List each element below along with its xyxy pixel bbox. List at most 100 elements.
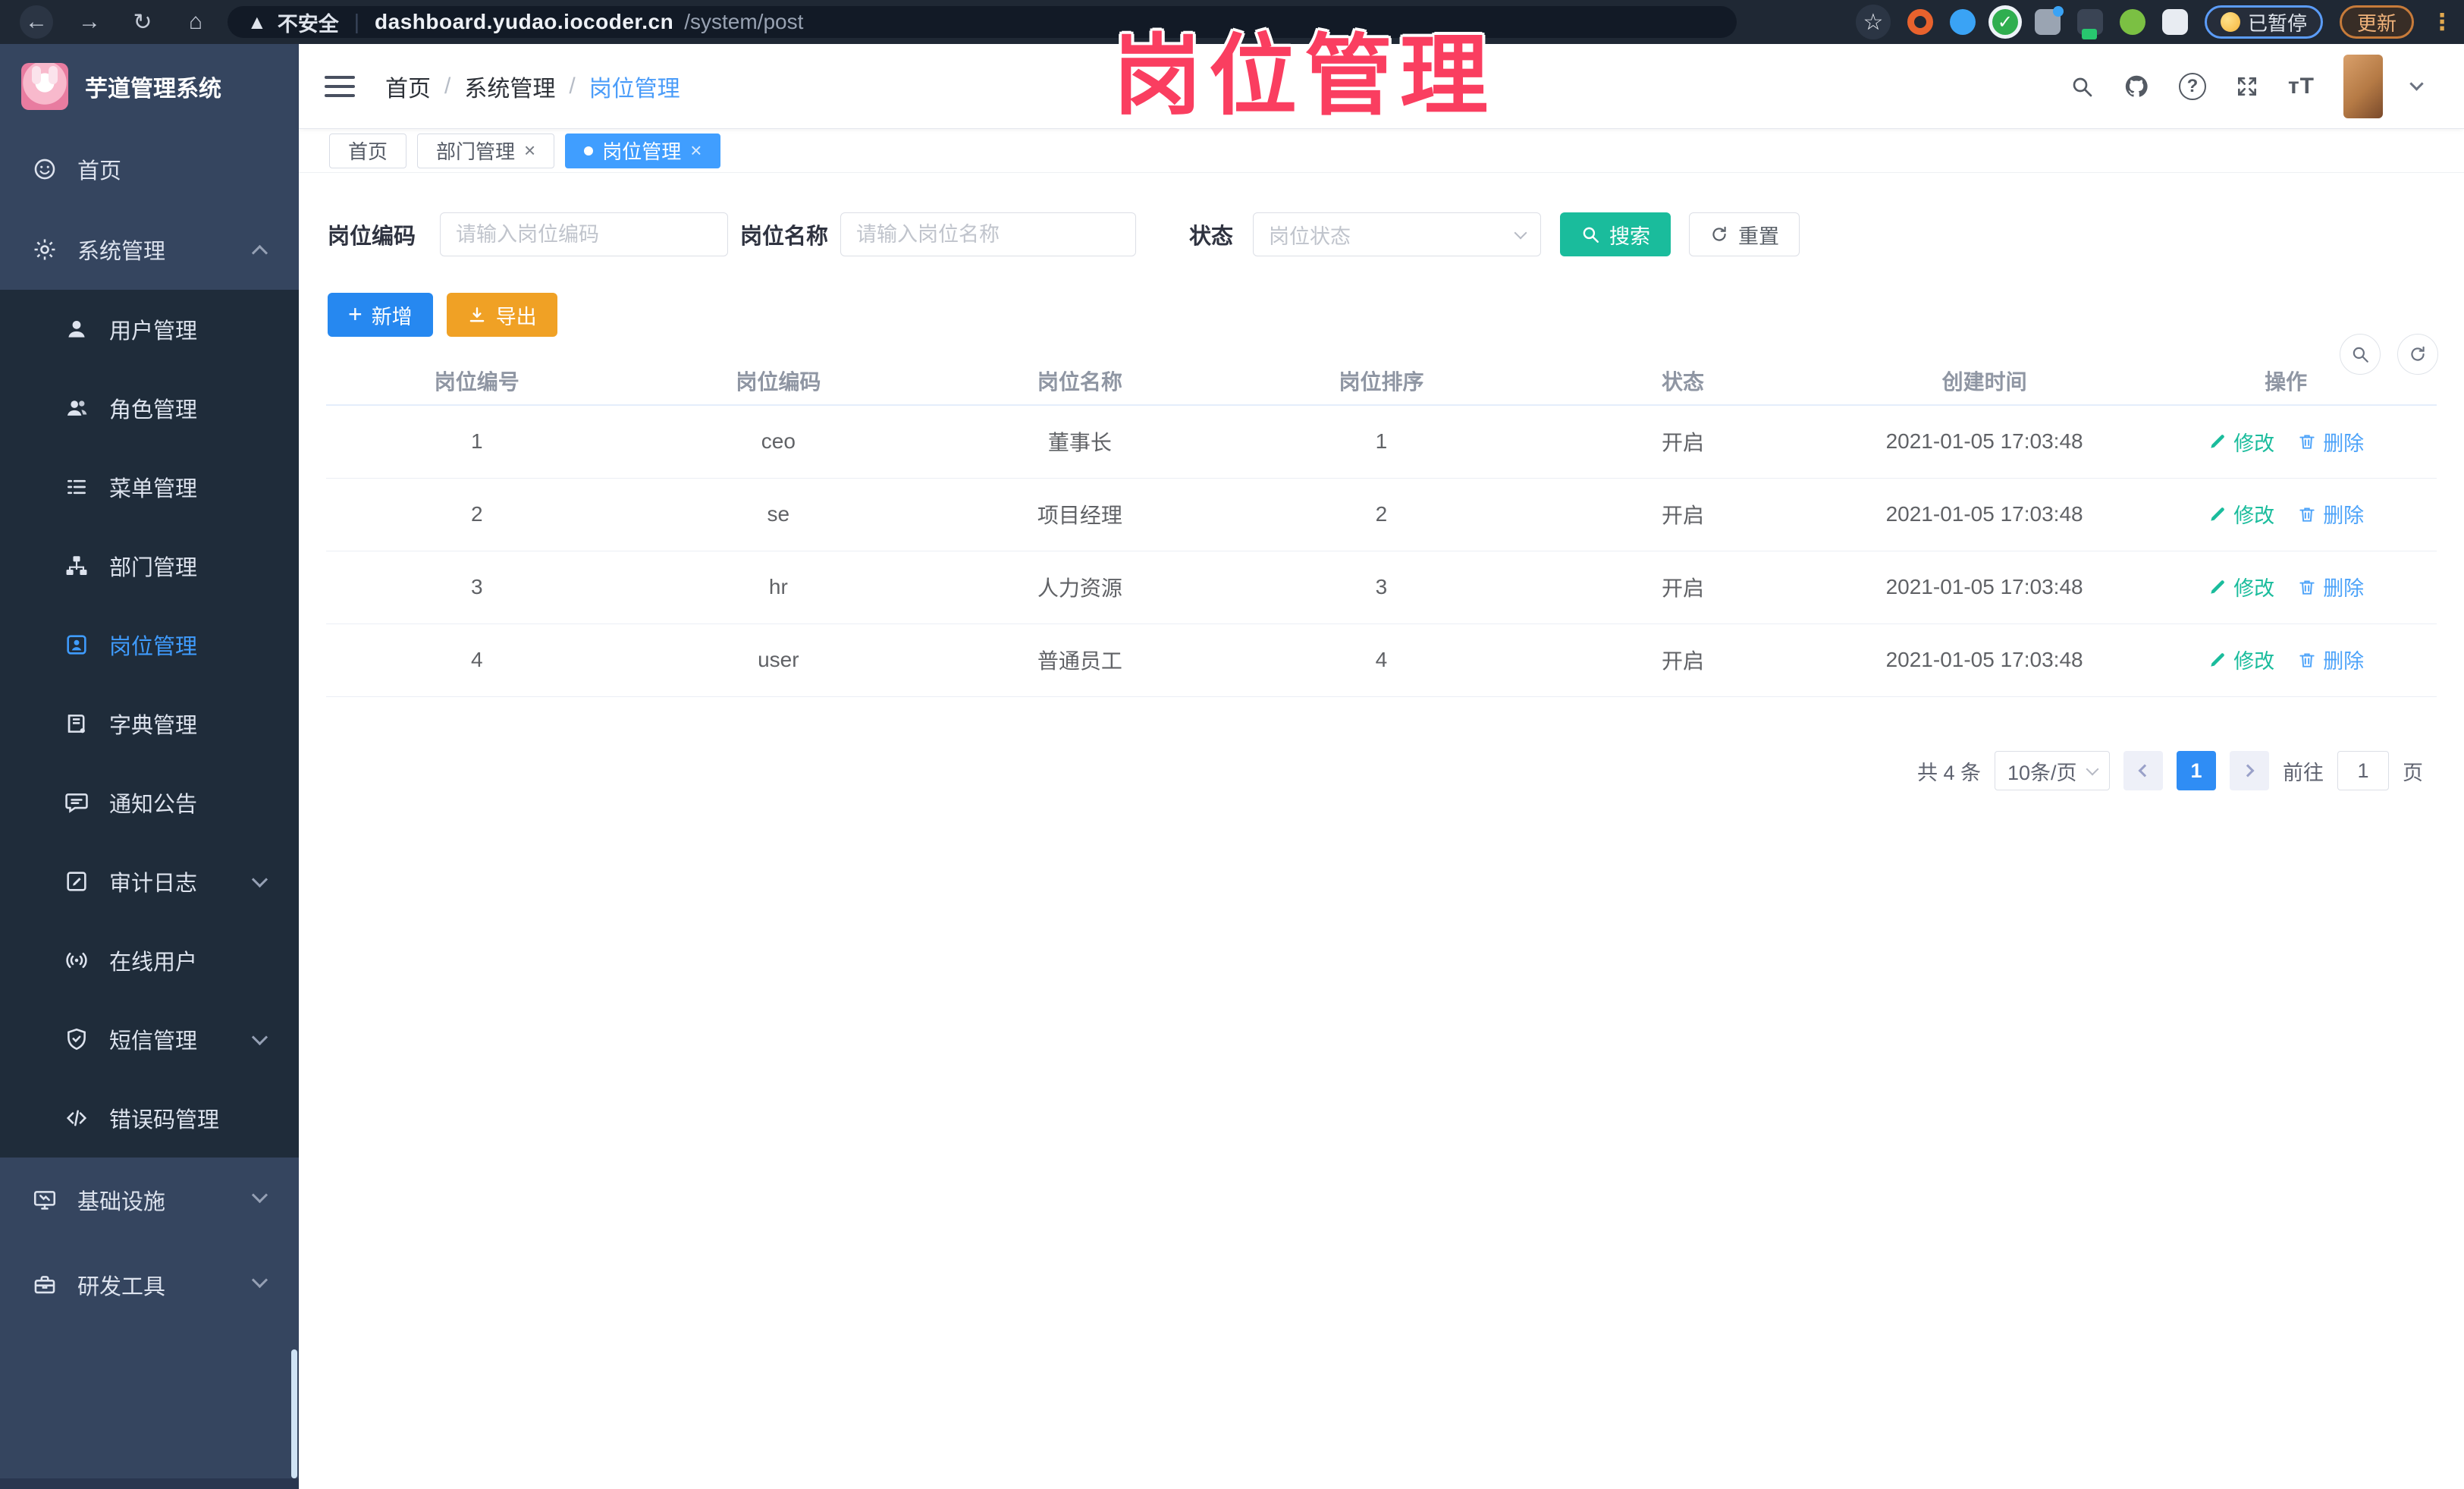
- extension-pin-icon[interactable]: [1949, 9, 1976, 35]
- sidebar-item-label: 系统管理: [77, 240, 166, 264]
- cell-sort: 1: [1230, 405, 1533, 479]
- cell-actions: 修改 删除: [2135, 624, 2437, 697]
- bookmark-star-icon[interactable]: ☆: [1855, 5, 1891, 39]
- post-code-input[interactable]: [440, 212, 729, 256]
- address-bar[interactable]: ▲ 不安全 | dashboard.yudao.iocoder.cn/syste…: [228, 6, 1737, 38]
- sidebar-item-label: 短信管理: [109, 1029, 198, 1054]
- cell-status: 开启: [1532, 551, 1834, 624]
- column-header: 岗位排序: [1230, 357, 1533, 406]
- page-unit-label: 页: [2403, 761, 2423, 784]
- sidebar-item-label: 错误码管理: [109, 1108, 220, 1132]
- sidebar-item[interactable]: 短信管理: [0, 1000, 299, 1079]
- posts-table: 岗位编号 岗位编码 岗位名称 岗位排序 状态 创建时间 操作 1 ceo 董事长 1 开启 2021-…: [326, 357, 2437, 697]
- sidebar-item[interactable]: 通知公告: [0, 763, 299, 842]
- edit-link[interactable]: 修改: [2208, 645, 2274, 674]
- tab-label: 岗位管理: [602, 140, 682, 163]
- browser-home-icon[interactable]: ⌂: [179, 5, 212, 39]
- chevron-down-icon: [251, 1271, 268, 1289]
- post-name-input[interactable]: [840, 212, 1137, 256]
- table-row: 3 hr 人力资源 3 开启 2021-01-05 17:03:48 修改 删除: [326, 551, 2437, 624]
- extension-check-icon[interactable]: ✓: [1992, 9, 2018, 35]
- sidebar-item[interactable]: 角色管理: [0, 369, 299, 448]
- refresh-icon[interactable]: [2397, 334, 2438, 375]
- browser-back-icon[interactable]: ←: [20, 5, 53, 39]
- next-page-button[interactable]: [2230, 751, 2269, 790]
- edit-link[interactable]: 修改: [2208, 427, 2274, 457]
- extensions-puzzle-icon[interactable]: [2161, 9, 2188, 35]
- delete-link[interactable]: 删除: [2297, 499, 2364, 529]
- font-size-icon[interactable]: тT: [2288, 74, 2315, 99]
- edit-link[interactable]: 修改: [2208, 499, 2274, 529]
- chevron-up-icon: [251, 244, 268, 262]
- tab[interactable]: 岗位管理 ×: [565, 133, 721, 168]
- close-icon[interactable]: ×: [690, 139, 702, 162]
- update-label: 更新: [2356, 11, 2397, 35]
- sidebar-bottom-strip: [0, 1478, 299, 1489]
- pagination: 共 4 条 10条/页 1 前往 页: [1917, 751, 2423, 790]
- chevron-left-icon: [2138, 764, 2152, 777]
- chevron-right-icon: [2241, 764, 2255, 777]
- help-icon[interactable]: ?: [2178, 72, 2206, 100]
- prev-page-button[interactable]: [2123, 751, 2163, 790]
- code-icon: [64, 1105, 89, 1131]
- collapse-menu-icon[interactable]: [325, 75, 355, 97]
- sidebar-scrollbar[interactable]: [291, 1349, 297, 1478]
- sidebar-item[interactable]: 基础设施: [0, 1158, 299, 1242]
- filter-form: 岗位编码 岗位名称 状态 岗位状态 搜索 重置: [299, 212, 2464, 256]
- chevron-down-icon[interactable]: [2409, 77, 2424, 91]
- breadcrumb-item[interactable]: 系统管理: [464, 70, 555, 103]
- search-icon[interactable]: [2070, 74, 2094, 99]
- sidebar-item[interactable]: 部门管理: [0, 526, 299, 605]
- sidebar-item[interactable]: 岗位管理: [0, 605, 299, 684]
- extension-orange-icon[interactable]: [1907, 9, 1933, 35]
- delete-link[interactable]: 删除: [2297, 427, 2364, 457]
- tab[interactable]: 部门管理 ×: [417, 133, 555, 168]
- browser-reload-icon[interactable]: ↻: [126, 5, 159, 39]
- delete-link[interactable]: 删除: [2297, 572, 2364, 602]
- edit-link[interactable]: 修改: [2208, 572, 2274, 602]
- app-logo-row[interactable]: 芋道管理系统: [0, 44, 299, 129]
- sidebar-item[interactable]: 字典管理: [0, 684, 299, 763]
- breadcrumb-item[interactable]: 首页: [385, 70, 431, 103]
- browser-menu-icon[interactable]: ⋮: [2431, 9, 2453, 36]
- toggle-search-icon[interactable]: [2340, 334, 2381, 375]
- extension-green-icon[interactable]: [2119, 9, 2145, 35]
- add-button[interactable]: + 新增: [328, 293, 433, 337]
- url-domain: dashboard.yudao.iocoder.cn: [375, 10, 674, 33]
- extension-dark-icon[interactable]: [2076, 9, 2103, 39]
- export-button[interactable]: 导出: [446, 293, 557, 337]
- github-icon[interactable]: [2123, 73, 2150, 100]
- update-button[interactable]: 更新: [2339, 5, 2414, 39]
- delete-link[interactable]: 删除: [2297, 645, 2364, 674]
- sidebar-item[interactable]: 系统管理: [0, 209, 299, 290]
- paused-badge[interactable]: 已暂停: [2204, 5, 2323, 39]
- sidebar-item[interactable]: 错误码管理: [0, 1079, 299, 1158]
- page-number-current[interactable]: 1: [2177, 751, 2216, 790]
- users-icon: [64, 395, 89, 421]
- extension-gray-icon[interactable]: [2034, 6, 2064, 35]
- fullscreen-icon[interactable]: [2235, 74, 2259, 99]
- page-size-select[interactable]: 10条/页: [1995, 751, 2110, 790]
- tab[interactable]: 首页: [329, 133, 407, 168]
- search-button[interactable]: 搜索: [1560, 212, 1671, 256]
- sidebar-item[interactable]: 在线用户: [0, 921, 299, 1000]
- cell-actions: 修改 删除: [2135, 478, 2437, 551]
- sidebar-item[interactable]: 审计日志: [0, 842, 299, 921]
- sidebar-item[interactable]: 研发工具: [0, 1242, 299, 1327]
- close-icon[interactable]: ×: [524, 139, 535, 162]
- tab-bar: 首页 部门管理 × 岗位管理 ×: [299, 129, 2464, 173]
- cell-id: 2: [326, 478, 628, 551]
- browser-forward-icon[interactable]: →: [73, 5, 106, 39]
- sidebar-item[interactable]: 用户管理: [0, 290, 299, 369]
- cell-created: 2021-01-05 17:03:48: [1833, 551, 2136, 624]
- status-select[interactable]: 岗位状态: [1253, 212, 1542, 256]
- user-icon: [64, 316, 89, 342]
- sidebar-item[interactable]: 首页: [0, 129, 299, 209]
- column-header: 状态: [1532, 357, 1834, 406]
- user-avatar[interactable]: [2343, 54, 2383, 118]
- goto-page-input[interactable]: [2337, 751, 2389, 790]
- reset-button[interactable]: 重置: [1689, 212, 1800, 256]
- sidebar-menu: 首页系统管理用户管理 角色管理 菜单管理 部门管理 岗位管理 字典管理 通知公告 审计日志 在线…: [0, 129, 299, 1327]
- sidebar-item[interactable]: 菜单管理: [0, 448, 299, 526]
- cell-id: 1: [326, 405, 628, 479]
